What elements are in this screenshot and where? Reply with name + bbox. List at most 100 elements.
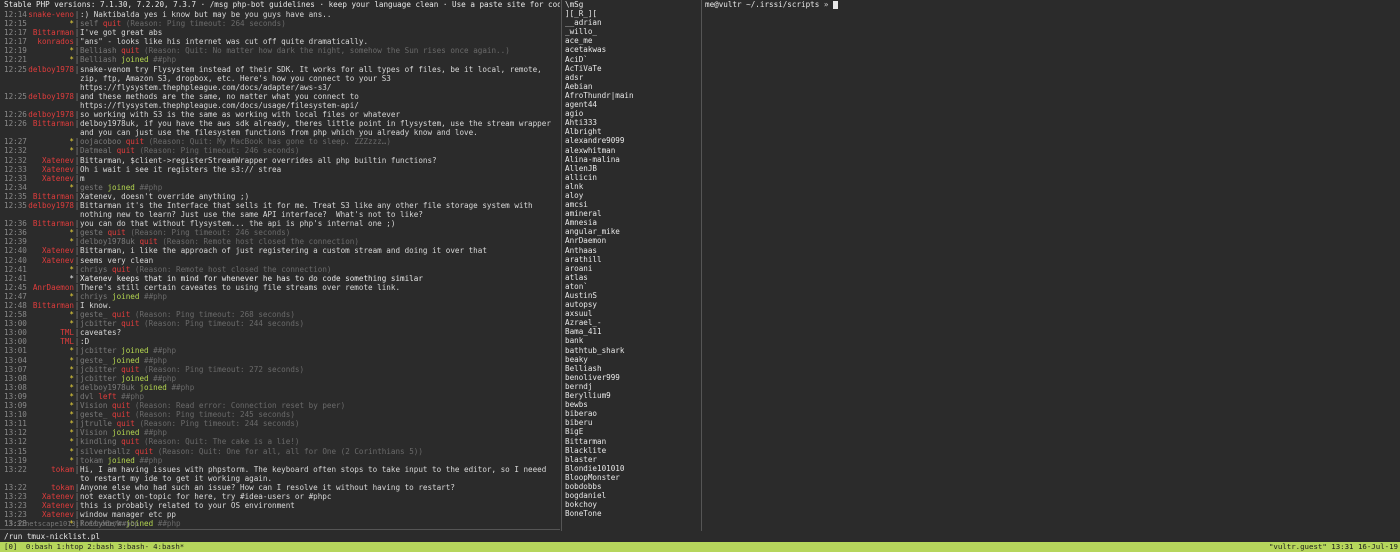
nick-item[interactable]: bank (563, 336, 700, 345)
message-nick[interactable]: * (28, 392, 74, 401)
nick-item[interactable]: aloy (563, 191, 700, 200)
message-nick[interactable]: * (28, 374, 74, 383)
message-nick[interactable]: * (28, 356, 74, 365)
event-nick[interactable]: chriys (80, 292, 107, 301)
event-nick[interactable]: self (80, 19, 98, 28)
message-nick[interactable]: * (28, 383, 74, 392)
event-nick[interactable]: delboy1978uk (80, 237, 135, 246)
message-nick[interactable]: * (28, 137, 74, 146)
nick-item[interactable]: agent44 (563, 100, 700, 109)
nick-item[interactable]: AustinS (563, 291, 700, 300)
message-nick[interactable]: * (28, 46, 74, 55)
message-nick[interactable]: Xatenev (28, 256, 74, 265)
nick-item[interactable]: atlas (563, 273, 700, 282)
event-nick[interactable]: jcbitter (80, 346, 117, 355)
tmux-window-tab[interactable]: 1:htop (57, 542, 84, 551)
nick-item[interactable]: Anthaas (563, 246, 700, 255)
tmux-window-tab[interactable]: 4:bash* (153, 542, 184, 551)
nick-item[interactable]: amcsi (563, 200, 700, 209)
event-nick[interactable]: jcbitter (80, 319, 117, 328)
event-nick[interactable]: geste (80, 228, 103, 237)
event-nick[interactable]: dvl (80, 392, 94, 401)
event-nick[interactable]: chriys (80, 265, 107, 274)
event-nick[interactable]: jcbitter (80, 365, 117, 374)
message-nick[interactable]: * (28, 437, 74, 446)
event-nick[interactable]: geste (80, 183, 103, 192)
message-nick[interactable]: delboy1978 (28, 65, 74, 92)
nick-item[interactable]: alexandre9099 (563, 136, 700, 145)
nick-item[interactable]: ace_me (563, 36, 700, 45)
nick-item[interactable]: ][_R_][ (563, 9, 700, 18)
event-nick[interactable]: Datmeal (80, 146, 112, 155)
nick-item[interactable]: AfroThundr|main (563, 91, 700, 100)
nick-item[interactable]: aroani (563, 264, 700, 273)
message-nick[interactable]: tokam (28, 465, 74, 483)
nick-item[interactable]: benoliver999 (563, 373, 700, 382)
nick-item[interactable]: Bittarman (563, 437, 700, 446)
event-nick[interactable]: delboy1978uk (80, 383, 135, 392)
message-nick[interactable]: Bittarman (28, 192, 74, 201)
event-nick[interactable]: silverballz (80, 447, 130, 456)
message-nick[interactable]: * (28, 319, 74, 328)
message-nick[interactable]: * (28, 456, 74, 465)
nick-item[interactable]: Blacklite (563, 446, 700, 455)
nick-item[interactable]: aton` (563, 282, 700, 291)
event-nick[interactable]: Vision (80, 428, 107, 437)
message-nick[interactable]: * (28, 292, 74, 301)
nick-item[interactable]: amineral (563, 209, 700, 218)
nick-item[interactable]: BigE (563, 427, 700, 436)
message-nick[interactable]: * (28, 55, 74, 64)
event-nick[interactable]: Vision (80, 401, 107, 410)
message-nick[interactable]: * (28, 419, 74, 428)
message-nick[interactable]: * (28, 401, 74, 410)
event-nick[interactable]: oojacoboo (80, 137, 121, 146)
message-nick[interactable]: Xatenev (28, 492, 74, 501)
event-nick[interactable]: geste_ (80, 356, 107, 365)
message-nick[interactable]: AnrDaemon (28, 283, 74, 292)
nick-item[interactable]: blaster (563, 455, 700, 464)
nick-item[interactable]: alexwhitman (563, 146, 700, 155)
irc-chat-pane[interactable]: Stable PHP versions: 7.1.30, 7.2.20, 7.3… (0, 0, 560, 531)
nick-item[interactable]: bathtub_shark (563, 346, 700, 355)
shell-pane[interactable]: me@vultr ~/.irssi/scripts » (703, 0, 1400, 531)
message-nick[interactable]: Bittarman (28, 28, 74, 37)
nick-item[interactable]: adsr (563, 73, 700, 82)
nick-item[interactable]: beaky (563, 355, 700, 364)
event-nick[interactable]: jcbitter (80, 374, 117, 383)
message-nick[interactable]: * (28, 183, 74, 192)
message-nick[interactable]: tokam (28, 483, 74, 492)
nick-item[interactable]: bewbs (563, 400, 700, 409)
nick-item[interactable]: \mSg (563, 0, 700, 9)
event-nick[interactable]: Belliash (80, 55, 117, 64)
tmux-window-tab[interactable]: 3:bash- (118, 542, 149, 551)
message-nick[interactable]: Bittarman (28, 119, 74, 137)
message-nick[interactable]: delboy1978 (28, 92, 74, 110)
nick-item[interactable]: __adrian (563, 18, 700, 27)
message-nick[interactable]: delboy1978 (28, 110, 74, 119)
nick-item[interactable]: Blondie101010 (563, 464, 700, 473)
nick-item[interactable]: arathill (563, 255, 700, 264)
message-nick[interactable]: * (28, 237, 74, 246)
message-nick[interactable]: Bittarman (28, 301, 74, 310)
message-nick[interactable]: * (28, 19, 74, 28)
nick-item[interactable]: alnk (563, 182, 700, 191)
nick-item[interactable]: AcTiVaTe (563, 64, 700, 73)
nick-item[interactable]: Bama_411 (563, 327, 700, 336)
nick-item[interactable]: axsuul (563, 309, 700, 318)
nick-item[interactable]: acetakwas (563, 45, 700, 54)
nick-item[interactable]: berndj (563, 382, 700, 391)
message-nick[interactable]: Xatenev (28, 501, 74, 510)
message-nick[interactable]: * (28, 428, 74, 437)
nick-item[interactable]: _willo_ (563, 27, 700, 36)
message-nick[interactable]: Xatenev (28, 174, 74, 183)
nick-item[interactable]: Ahti333 (563, 118, 700, 127)
message-nick[interactable]: * (28, 265, 74, 274)
nick-item[interactable]: BoneTone (563, 509, 700, 518)
message-nick[interactable]: Xatenev (28, 246, 74, 255)
event-nick[interactable]: geste_ (80, 310, 107, 319)
nick-item[interactable]: bokchoy (563, 500, 700, 509)
event-nick[interactable]: geste_ (80, 410, 107, 419)
nick-item[interactable]: Aebian (563, 82, 700, 91)
command-input[interactable]: /run tmux-nicklist.pl (4, 532, 100, 541)
message-nick[interactable]: * (28, 228, 74, 237)
